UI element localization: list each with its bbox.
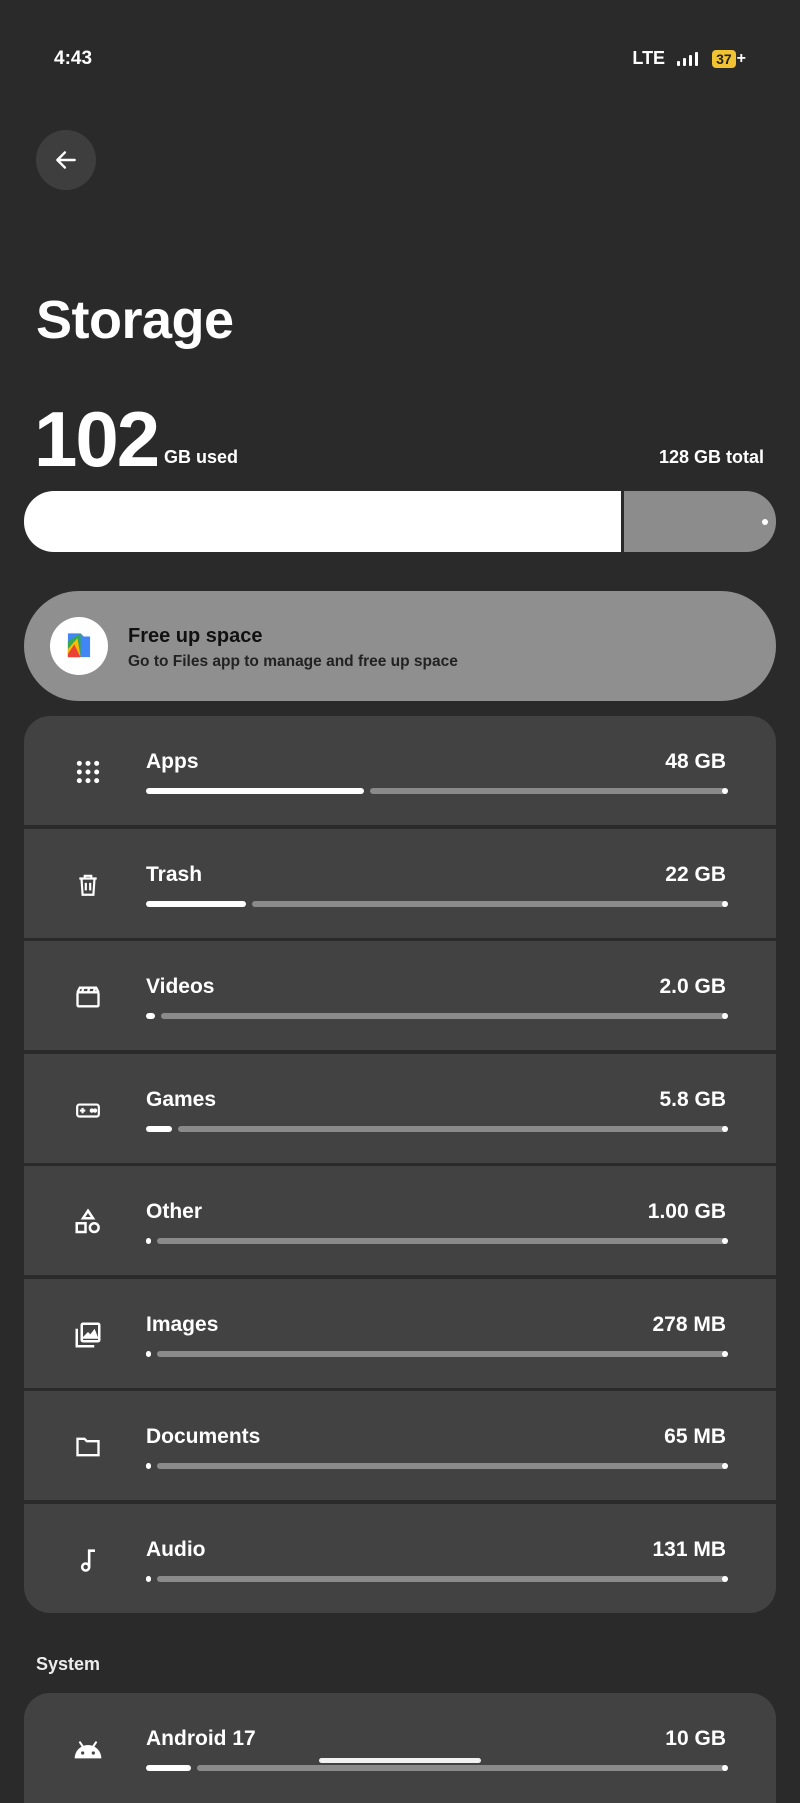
storage-usage-bar <box>24 491 776 552</box>
used-value: 102 <box>34 395 160 483</box>
category-usage-rest <box>178 1125 728 1132</box>
page-title: Storage <box>36 290 234 350</box>
category-row-apps[interactable]: Apps 48 GB <box>24 716 776 825</box>
trash-icon <box>72 869 104 901</box>
category-usage-rest <box>252 900 728 907</box>
category-size: 131 MB <box>652 1537 726 1561</box>
back-button[interactable] <box>36 130 96 190</box>
category-label: Other <box>146 1200 203 1223</box>
category-usage-rest <box>157 1350 728 1357</box>
category-usage-rest <box>157 1575 728 1582</box>
category-row-audio[interactable]: Audio 131 MB <box>24 1503 776 1613</box>
category-label: Documents <box>146 1425 261 1448</box>
category-size: 48 GB <box>665 750 726 773</box>
network-type: LTE <box>632 48 666 68</box>
category-bar-end-dot <box>722 1238 728 1244</box>
category-label: Audio <box>146 1537 206 1561</box>
battery-suffix: + <box>736 49 746 67</box>
category-usage-rest <box>157 1238 728 1244</box>
category-row-games[interactable]: Games 5.8 GB <box>24 1053 776 1163</box>
category-usage-rest <box>157 1463 728 1469</box>
free-up-title: Free up space <box>128 625 263 647</box>
storage-bar-end-dot <box>762 519 768 525</box>
category-label: Android 17 <box>146 1727 256 1750</box>
category-label: Images <box>146 1312 219 1336</box>
category-size: 10 GB <box>665 1727 726 1750</box>
category-usage-fill <box>146 1350 151 1357</box>
category-usage-bar <box>146 1350 728 1357</box>
category-usage-fill <box>146 1575 151 1582</box>
video-clapper-icon <box>72 981 104 1013</box>
category-usage-bar <box>146 1238 728 1244</box>
category-size: 65 MB <box>664 1425 726 1448</box>
category-usage-fill <box>146 1765 191 1771</box>
signal-strength-icon <box>677 51 699 66</box>
category-bar-end-dot <box>722 1350 728 1357</box>
storage-usage-fill <box>24 491 621 552</box>
category-usage-rest <box>197 1765 728 1771</box>
category-label: Videos <box>146 975 215 998</box>
category-size: 5.8 GB <box>659 1087 726 1111</box>
category-label: Games <box>146 1087 217 1111</box>
gamepad-icon <box>72 1094 104 1126</box>
category-usage-bar <box>146 1463 728 1469</box>
storage-usage-free <box>624 491 776 552</box>
category-row-videos[interactable]: Videos 2.0 GB <box>24 941 776 1050</box>
storage-category-list: Apps 48 GB Trash 22 GB Videos 2.0 GB Gam… <box>24 716 776 1616</box>
files-app-icon <box>50 617 108 675</box>
category-bar-end-dot <box>722 1013 728 1019</box>
category-size: 2.0 GB <box>659 975 726 998</box>
category-usage-rest <box>161 1013 728 1019</box>
category-size: 1.00 GB <box>647 1200 726 1223</box>
category-label: Trash <box>146 862 203 886</box>
category-usage-fill <box>146 900 246 907</box>
category-bar-end-dot <box>722 1463 728 1469</box>
category-bar-end-dot <box>722 900 728 907</box>
used-unit: GB used <box>164 447 239 467</box>
free-up-space-card[interactable]: Free up space Go to Files app to manage … <box>24 591 776 701</box>
section-header-system: System <box>36 1654 101 1674</box>
category-usage-fill <box>146 1125 172 1132</box>
status-bar: 4:43 LTE 37 + <box>0 0 800 120</box>
category-row-android[interactable]: Android 17 10 GB <box>24 1693 776 1803</box>
category-row-documents[interactable]: Documents 65 MB <box>24 1391 776 1500</box>
category-row-trash[interactable]: Trash 22 GB <box>24 828 776 938</box>
category-bar-end-dot <box>722 1765 728 1771</box>
category-bar-end-dot <box>722 788 728 794</box>
category-usage-bar <box>146 900 728 907</box>
category-usage-rest <box>370 788 728 794</box>
category-size: 22 GB <box>665 862 726 886</box>
category-bar-end-dot <box>722 1575 728 1582</box>
category-label: Apps <box>146 750 199 773</box>
category-bar-end-dot <box>722 1125 728 1132</box>
android-icon <box>72 1733 104 1765</box>
image-gallery-icon <box>72 1319 104 1351</box>
back-arrow-icon <box>56 151 76 169</box>
battery-level: 37 <box>712 49 736 68</box>
status-icons: LTE 37 + <box>632 48 746 69</box>
gesture-nav-handle[interactable] <box>319 1758 481 1763</box>
music-note-icon <box>72 1544 104 1576</box>
category-usage-fill <box>146 1013 155 1019</box>
category-row-images[interactable]: Images 278 MB <box>24 1278 776 1388</box>
total-capacity: 128 GB total <box>658 447 764 467</box>
category-size: 278 MB <box>652 1312 726 1336</box>
category-usage-fill <box>146 1238 151 1244</box>
shapes-icon <box>72 1206 104 1238</box>
free-up-subtitle: Go to Files app to manage and free up sp… <box>128 653 458 670</box>
battery-icon: 37 + <box>712 49 746 68</box>
status-time: 4:43 <box>54 48 93 69</box>
category-row-other[interactable]: Other 1.00 GB <box>24 1166 776 1275</box>
folder-icon <box>72 1431 104 1463</box>
category-usage-bar <box>146 1765 728 1771</box>
category-usage-bar <box>146 788 728 794</box>
category-usage-bar <box>146 1575 728 1582</box>
apps-grid-icon <box>72 756 104 788</box>
category-usage-bar <box>146 1013 728 1019</box>
category-usage-fill <box>146 1463 151 1469</box>
category-usage-bar <box>146 1125 728 1132</box>
category-usage-fill <box>146 788 364 794</box>
